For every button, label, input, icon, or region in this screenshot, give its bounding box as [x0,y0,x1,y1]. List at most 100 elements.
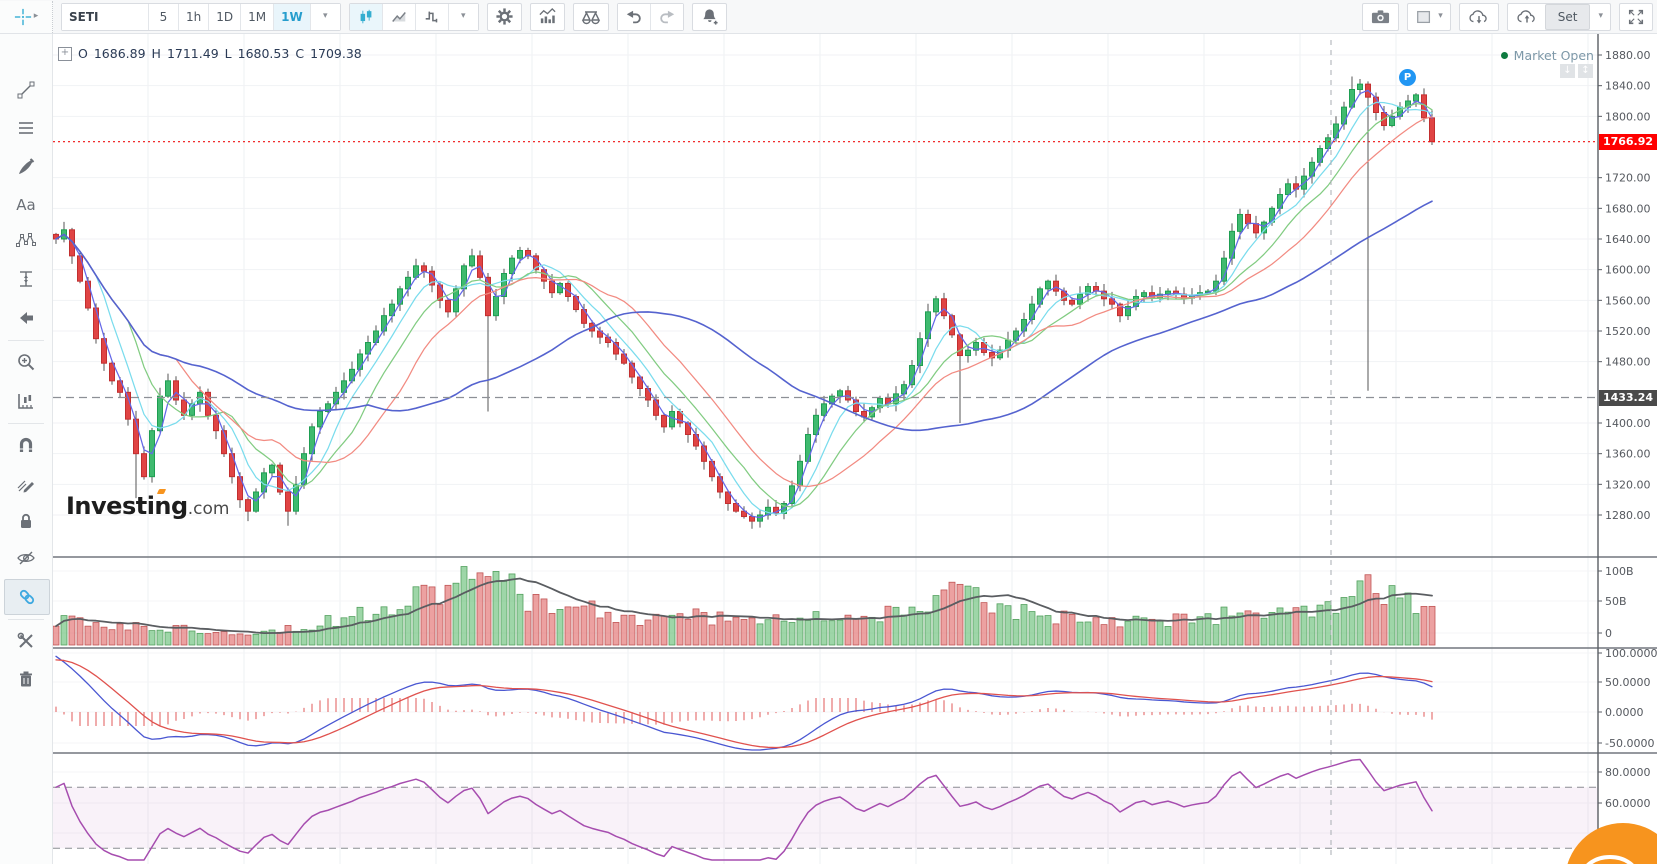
indicators-icon [539,7,556,24]
ref-price-badge: 1433.24 [1599,389,1657,406]
candlestick-type-button[interactable] [349,3,382,30]
save-layout-button[interactable]: Set ▾ [1506,2,1611,31]
link-icon [19,589,35,605]
layout-dropdown-arrow[interactable]: ▾ [1438,12,1443,21]
market-open-dot-icon [1500,52,1508,59]
long-position-icon [20,271,32,287]
ohlc-open-value: 1686.89 [93,46,146,61]
investing-watermark: Investing.com [66,489,230,520]
tool-link[interactable] [4,579,50,615]
camera-icon [1372,10,1390,24]
ohlc-high-label: H [151,46,161,61]
compare-scales-icon [581,10,600,24]
indicators-button[interactable] [529,2,565,31]
redo-icon [659,10,674,23]
symbol-interval-group: SETI 5 1h 1D 1M 1W ▾ [61,2,341,31]
drawing-toolbar: Aa [0,33,53,864]
screenshot-button[interactable] [1362,2,1400,31]
ohlc-low-value: 1680.53 [237,46,290,61]
volume-panel[interactable] [53,557,1598,648]
watermark-suffix: .com [187,499,230,519]
settings-gear-icon [496,8,513,25]
timeframe-1h[interactable]: 1h [178,3,209,30]
tool-magnet[interactable] [4,428,48,462]
tool-lock[interactable] [4,504,48,538]
tool-xabcd-pattern[interactable] [4,224,48,258]
ohlc-high-value: 1711.49 [166,46,219,61]
layout-button[interactable]: ▾ [1407,2,1451,31]
line-type-button[interactable] [381,3,415,30]
line-type-icon [391,11,406,22]
step-type-icon [425,11,437,22]
magnet-icon [19,437,33,452]
timeframe-dropdown[interactable]: ▾ [309,3,340,30]
tool-brush[interactable] [4,150,48,184]
alert-bell-icon [703,9,718,25]
tool-settings-tools[interactable] [4,624,48,658]
cloud-save-icon [1517,9,1535,23]
macd-panel[interactable] [53,648,1598,753]
watermark-main: Investing [66,492,188,520]
market-open-label: Market Open [1513,48,1594,63]
ohlc-close-label: C [295,46,305,61]
step-type-button[interactable] [414,3,448,30]
undo-button[interactable] [617,3,650,30]
trend-line-icon [17,81,35,99]
ohlc-legend: + O 1686.89 H 1711.49 L 1680.53 C 1709.3… [58,46,362,61]
tool-zoom-in[interactable] [4,345,48,379]
timeframe-1d[interactable]: 1D [208,3,241,30]
symbol-input[interactable]: SETI [62,3,148,30]
settings-button[interactable] [486,2,522,31]
price-axis[interactable] [1598,33,1657,864]
legend-toggle-icon[interactable]: + [58,46,72,61]
chat-bubble-button[interactable] [1565,823,1657,864]
tool-horizontal-lines[interactable] [4,111,48,145]
trading-chart-app: ▸ SETI 5 1h 1D 1M 1W ▾ ▾ ▾ Set ▾ Aa 1880… [0,0,1657,864]
tool-trend-line[interactable] [4,73,48,107]
trash-icon [20,671,32,687]
candlestick-type-icon [360,9,372,23]
tool-drawing-mode[interactable] [4,467,48,501]
tool-text[interactable]: Aa [4,188,48,222]
xabcd-pattern-icon [16,233,36,247]
lock-icon [21,513,31,528]
tool-arrow-back[interactable] [4,301,48,335]
scroll-down-button[interactable]: ↓ [1560,64,1575,78]
timeframe-1w-active[interactable]: 1W [273,3,310,30]
price-panel[interactable] [53,33,1598,557]
drawing-mode-icon [17,480,34,493]
tool-trash[interactable] [4,662,48,696]
undo-redo-group [616,2,684,31]
layout-name-chip[interactable]: Set [1544,3,1591,30]
horizontal-lines-icon [19,122,33,134]
chat-icon [1586,855,1634,864]
measure-icon [18,394,33,409]
redo-button[interactable] [649,3,683,30]
cloud-load-icon [1469,9,1487,23]
fullscreen-button[interactable] [1619,2,1653,31]
ohlc-open-label: O [78,46,88,61]
layout-save-dropdown[interactable]: ▾ [1598,12,1603,21]
load-layout-button[interactable] [1458,2,1499,31]
timeframe-1m[interactable]: 1M [240,3,274,30]
tool-long-position[interactable] [4,262,48,296]
compare-button[interactable] [572,2,609,31]
tool-measure[interactable] [4,384,48,418]
alert-button[interactable] [691,2,727,31]
crosshair-tool-button[interactable]: ▸ [0,0,53,33]
rsi-panel[interactable] [53,753,1598,864]
fullscreen-icon [1628,9,1644,24]
last-price-badge: 1766.92 [1599,133,1657,150]
timeframe-5[interactable]: 5 [148,3,178,30]
market-status: Market Open [1498,48,1594,63]
top-toolbar: ▸ SETI 5 1h 1D 1M 1W ▾ ▾ ▾ Set ▾ [0,0,1657,34]
chart-type-dropdown[interactable]: ▾ [447,3,478,30]
scroll-updown-button[interactable]: ↕ [1578,64,1593,78]
zoom-in-icon [18,354,35,371]
expand-tools-arrow[interactable]: ▸ [34,12,39,21]
tool-hide-drawings[interactable] [4,541,48,575]
ohlc-close-value: 1709.38 [310,46,362,61]
chart-type-group: ▾ [348,2,479,31]
p-badge[interactable]: P [1399,69,1416,86]
ohlc-low-label: L [224,46,232,61]
